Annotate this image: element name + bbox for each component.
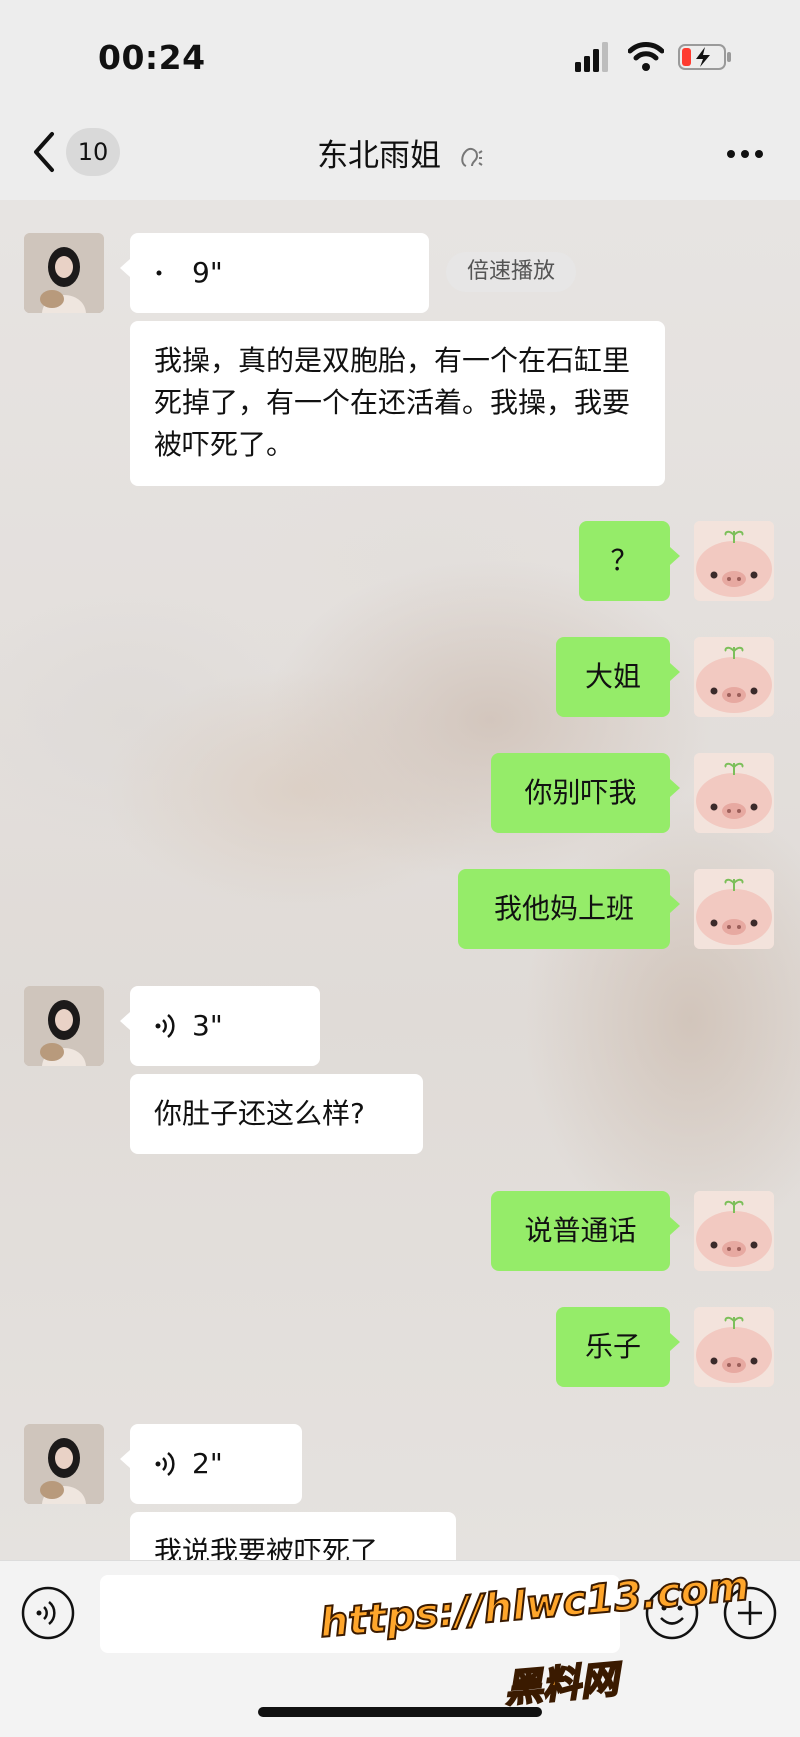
contact-avatar-image xyxy=(24,233,104,313)
text-message-bubble[interactable]: 你肚子还这么样? xyxy=(130,1074,423,1154)
text-message-bubble[interactable]: ？ xyxy=(579,521,680,601)
user-avatar-image xyxy=(694,521,774,601)
voice-duration: 9" xyxy=(192,256,223,289)
watermark-name: 黑料网 xyxy=(502,1656,621,1712)
text-message-bubble[interactable]: 说普通话 xyxy=(491,1191,680,1271)
user-avatar-image xyxy=(694,869,774,949)
user-avatar[interactable] xyxy=(694,1307,774,1387)
status-bar: 00:24 xyxy=(0,0,800,110)
message-text: 说普通话 xyxy=(524,1214,637,1247)
contact-avatar[interactable] xyxy=(24,233,104,313)
message-text: 我说我要被吓死了 xyxy=(154,1535,379,1560)
home-indicator[interactable] xyxy=(258,1707,542,1717)
text-message-bubble[interactable]: 我说我要被吓死了 xyxy=(130,1512,456,1560)
text-message-bubble[interactable]: 大姐 xyxy=(556,637,680,717)
message-text: 乐子 xyxy=(584,1330,641,1363)
user-avatar-image xyxy=(694,637,774,717)
voice-message-bubble[interactable]: 9" xyxy=(120,233,429,313)
message-text: 大姐 xyxy=(584,660,641,693)
text-message-bubble[interactable]: 我操，真的是双胞胎，有一个在石缸里死掉了，有一个在还活着。我操，我要被吓死了。 xyxy=(130,321,665,486)
chat-message-list[interactable]: 9" 倍速播放 我操，真的是双胞胎，有一个在石缸里死掉了，有一个在还活着。我操，… xyxy=(0,200,800,1560)
signal-icon xyxy=(575,42,608,72)
voice-input-icon[interactable] xyxy=(20,1585,76,1641)
chat-input-bar: https://hlwc13.com 黑料网 xyxy=(0,1560,800,1737)
contact-avatar[interactable] xyxy=(24,1424,104,1504)
message-text: 我操，真的是双胞胎，有一个在石缸里死掉了，有一个在还活着。我操，我要被吓死了。 xyxy=(154,344,631,461)
voice-wave-icon xyxy=(156,270,162,276)
user-avatar[interactable] xyxy=(694,1191,774,1271)
text-message-bubble[interactable]: 你别吓我 xyxy=(491,753,680,833)
user-avatar-image xyxy=(694,1307,774,1387)
battery-icon xyxy=(678,44,731,70)
user-avatar[interactable] xyxy=(694,637,774,717)
voice-wave-icon xyxy=(155,1452,175,1476)
wifi-icon xyxy=(628,42,664,71)
chat-title-area: 东北雨姐 xyxy=(0,130,800,175)
message-text: 你肚子还这么样? xyxy=(154,1097,365,1130)
chat-header: 10 东北雨姐 xyxy=(0,110,800,201)
user-avatar-image xyxy=(694,1191,774,1271)
playback-speed-button[interactable]: 倍速播放 xyxy=(446,252,576,292)
status-time: 00:24 xyxy=(98,38,206,77)
voice-duration: 3" xyxy=(192,1009,223,1042)
contact-avatar[interactable] xyxy=(24,986,104,1066)
user-avatar-image xyxy=(694,753,774,833)
voice-wave-icon xyxy=(155,1014,175,1038)
voice-message-bubble[interactable]: 2" xyxy=(120,1424,302,1504)
text-message-bubble[interactable]: 我他妈上班 xyxy=(458,869,680,949)
user-avatar[interactable] xyxy=(694,869,774,949)
user-avatar[interactable] xyxy=(694,753,774,833)
message-text: 你别吓我 xyxy=(524,776,637,809)
chat-title: 东北雨姐 xyxy=(317,138,442,174)
message-text: ？ xyxy=(610,544,639,577)
contact-avatar-image xyxy=(24,1424,104,1504)
ear-icon xyxy=(461,147,483,167)
contact-avatar-image xyxy=(24,986,104,1066)
user-avatar[interactable] xyxy=(694,521,774,601)
more-icon[interactable] xyxy=(726,148,764,160)
message-text: 我他妈上班 xyxy=(493,892,634,925)
voice-message-bubble[interactable]: 3" xyxy=(120,986,320,1066)
text-message-bubble[interactable]: 乐子 xyxy=(556,1307,680,1387)
voice-duration: 2" xyxy=(192,1447,223,1480)
